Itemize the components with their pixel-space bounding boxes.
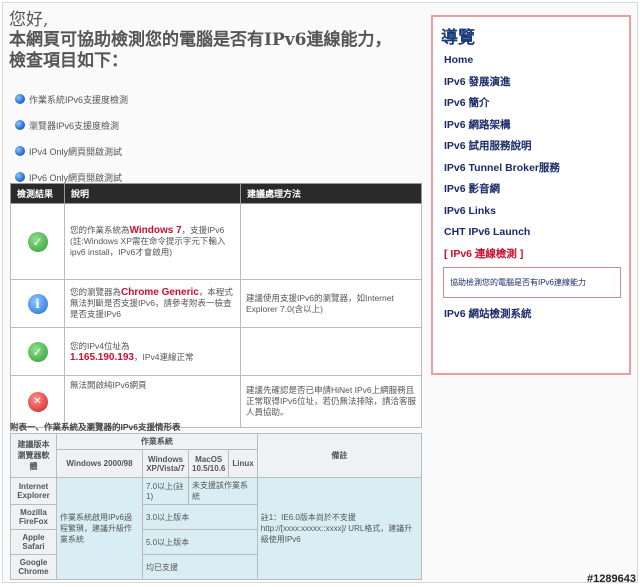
globe-icon [15,120,25,130]
sidebar-title: 導覽 [441,28,475,48]
sidebar-nav: 導覽 Home IPv6 發展演進 IPv6 簡介 IPv6 網路架構 IPv6… [431,15,631,375]
result-advice [240,203,422,280]
nav-item-tunnel-broker[interactable]: IPv6 Tunnel Broker服務 [441,158,621,180]
nav-subitem-check[interactable]: 協助檢測您的電腦是否有IPv6連線能力 [443,267,621,298]
os-col: Windows 2000/98 [56,449,143,478]
results-header-row: 檢測結果 說明 建議處理方法 [10,183,422,204]
check-label: IPv4 Only網頁開啟測試 [29,146,123,157]
table-row: ✓ 您的作業系統為Windows 7，支援IPv6 (註:Windows XP需… [10,203,422,280]
browser-name: Apple Safari [10,529,57,555]
ie-mac-cell: 未支援該作業系統 [188,477,258,505]
results-table: 檢測結果 說明 建議處理方法 ✓ 您的作業系統為Windows 7，支援IPv6… [10,183,422,428]
browser-name: Internet Explorer [10,477,57,505]
greeting: 您好, [9,10,49,30]
watermark: #1289643 [587,573,636,585]
nav-list: Home IPv6 發展演進 IPv6 簡介 IPv6 網路架構 IPv6 試用… [441,50,621,265]
note-cell: 註1：IE6.0版本尚於不支援http://[xxxx:xxxxx::xxxx]… [256,477,423,580]
os-col: MacOS 10.5/10.6 [187,449,230,478]
nav-item-connection-test[interactable]: [ IPv6 連線檢測 ] [441,244,621,266]
corner-header: 建議版本 瀏覽器軟體 [10,433,57,478]
globe-icon [15,172,25,182]
result-advice: 建議先確認是否已申請HiNet IPv6上網服務且正常取得IPv6位址，若仍無法… [240,375,422,428]
globe-icon [15,94,25,104]
nav-item-intro[interactable]: IPv6 簡介 [441,93,621,115]
browser-name: Mozilla FireFox [10,504,57,530]
result-advice: 建議使用支援IPv6的瀏覽器，如Internet Explorer 7.0(含以… [240,279,422,328]
info-icon: i [27,293,48,314]
os-col: Linux [228,449,258,478]
table-row: i 您的瀏覽器為Chrome Generic，本程式無法判斷是否支援IPv6，請… [10,279,422,328]
nav-item-architecture[interactable]: IPv6 網路架構 [441,115,621,137]
check-mark-icon: ✓ [27,231,48,252]
appendix-title: 附表一、作業系統及瀏覽器的IPv6支援情形表 [10,422,181,432]
browser-name: Chrome Generic [121,287,199,298]
check-list: 作業系統IPv6支援度檢測 瀏覽器IPv6支援度檢測 IPv4 Only網頁開啟… [9,86,424,190]
result-description: 您的IPv4位址為 1.165.190.193，IPv4連線正常 [64,327,241,376]
nav-item-launch[interactable]: CHT IPv6 Launch [441,222,621,244]
header-result: 檢測結果 [10,183,65,204]
os-name: Windows 7 [129,225,182,236]
result-advice [240,327,422,376]
nav-item-home[interactable]: Home [441,50,621,72]
ipv4-address: 1.165.190.193 [70,351,134,363]
nav-item-links[interactable]: IPv6 Links [441,201,621,223]
safari-cell: 5.0以上版本 [142,529,258,555]
check-item: IPv4 Only網頁開啟測試 [9,138,424,164]
check-label: 作業系統IPv6支援度檢測 [29,94,129,105]
check-item: 作業系統IPv6支援度檢測 [9,86,424,112]
result-description: 您的瀏覽器為Chrome Generic，本程式無法判斷是否支援IPv6，請參考… [64,279,241,328]
result-description: 您的作業系統為Windows 7，支援IPv6 (註:Windows XP需在命… [64,203,241,280]
check-label: 瀏覽器IPv6支援度檢測 [29,120,120,131]
nav-item-history[interactable]: IPv6 發展演進 [441,72,621,94]
nav-item-video[interactable]: IPv6 影音網 [441,179,621,201]
table-row: ✓ 您的IPv4位址為 1.165.190.193，IPv4連線正常 [10,327,422,376]
win2000-cell: 作業系統啟用IPv6過程繁瑣，建議升級作業系統 [56,477,143,580]
check-label: IPv6 Only網頁開啟測試 [29,172,123,183]
note-header: 備註 [256,433,423,478]
check-mark-icon: ✓ [27,341,48,362]
result-description: 無法開啟純IPv6網頁 [64,375,241,428]
globe-icon [15,146,25,156]
chrome-cell: 均已支援 [142,554,258,580]
headline-line1: 本網頁可協助檢測您的電腦是否有IPv6連線能力， [9,30,392,50]
browser-name: Google Chrome [10,554,57,580]
os-header: 作業系統 [56,433,258,450]
header-advice: 建議處理方法 [240,183,422,204]
check-item: 瀏覽器IPv6支援度檢測 [9,112,424,138]
firefox-cell: 3.0以上版本 [142,504,258,530]
nav-item-trial[interactable]: IPv6 試用服務說明 [441,136,621,158]
os-col: Windows XP/Vista/7 [142,449,189,478]
ie-xp-cell: 7.0以上(註1) [142,477,189,505]
support-table: 建議版本 瀏覽器軟體 作業系統 備註 Windows 2000/98 Windo… [10,433,423,580]
main-content: 您好, 本網頁可協助檢測您的電腦是否有IPv6連線能力， 檢查項目如下： 作業系… [9,10,424,190]
nav-list-bottom: IPv6 網站檢測系統 [441,304,621,326]
error-x-icon: ✕ [27,391,48,412]
nav-item-website-check[interactable]: IPv6 網站檢測系統 [441,304,621,326]
table-row: ✕ 無法開啟純IPv6網頁 建議先確認是否已申請HiNet IPv6上網服務且正… [10,375,422,428]
table-row: Internet Explorer 作業系統啟用IPv6過程繁瑣，建議升級作業系… [10,477,423,580]
header-description: 說明 [64,183,241,204]
headline-line2: 檢查項目如下： [9,51,128,71]
